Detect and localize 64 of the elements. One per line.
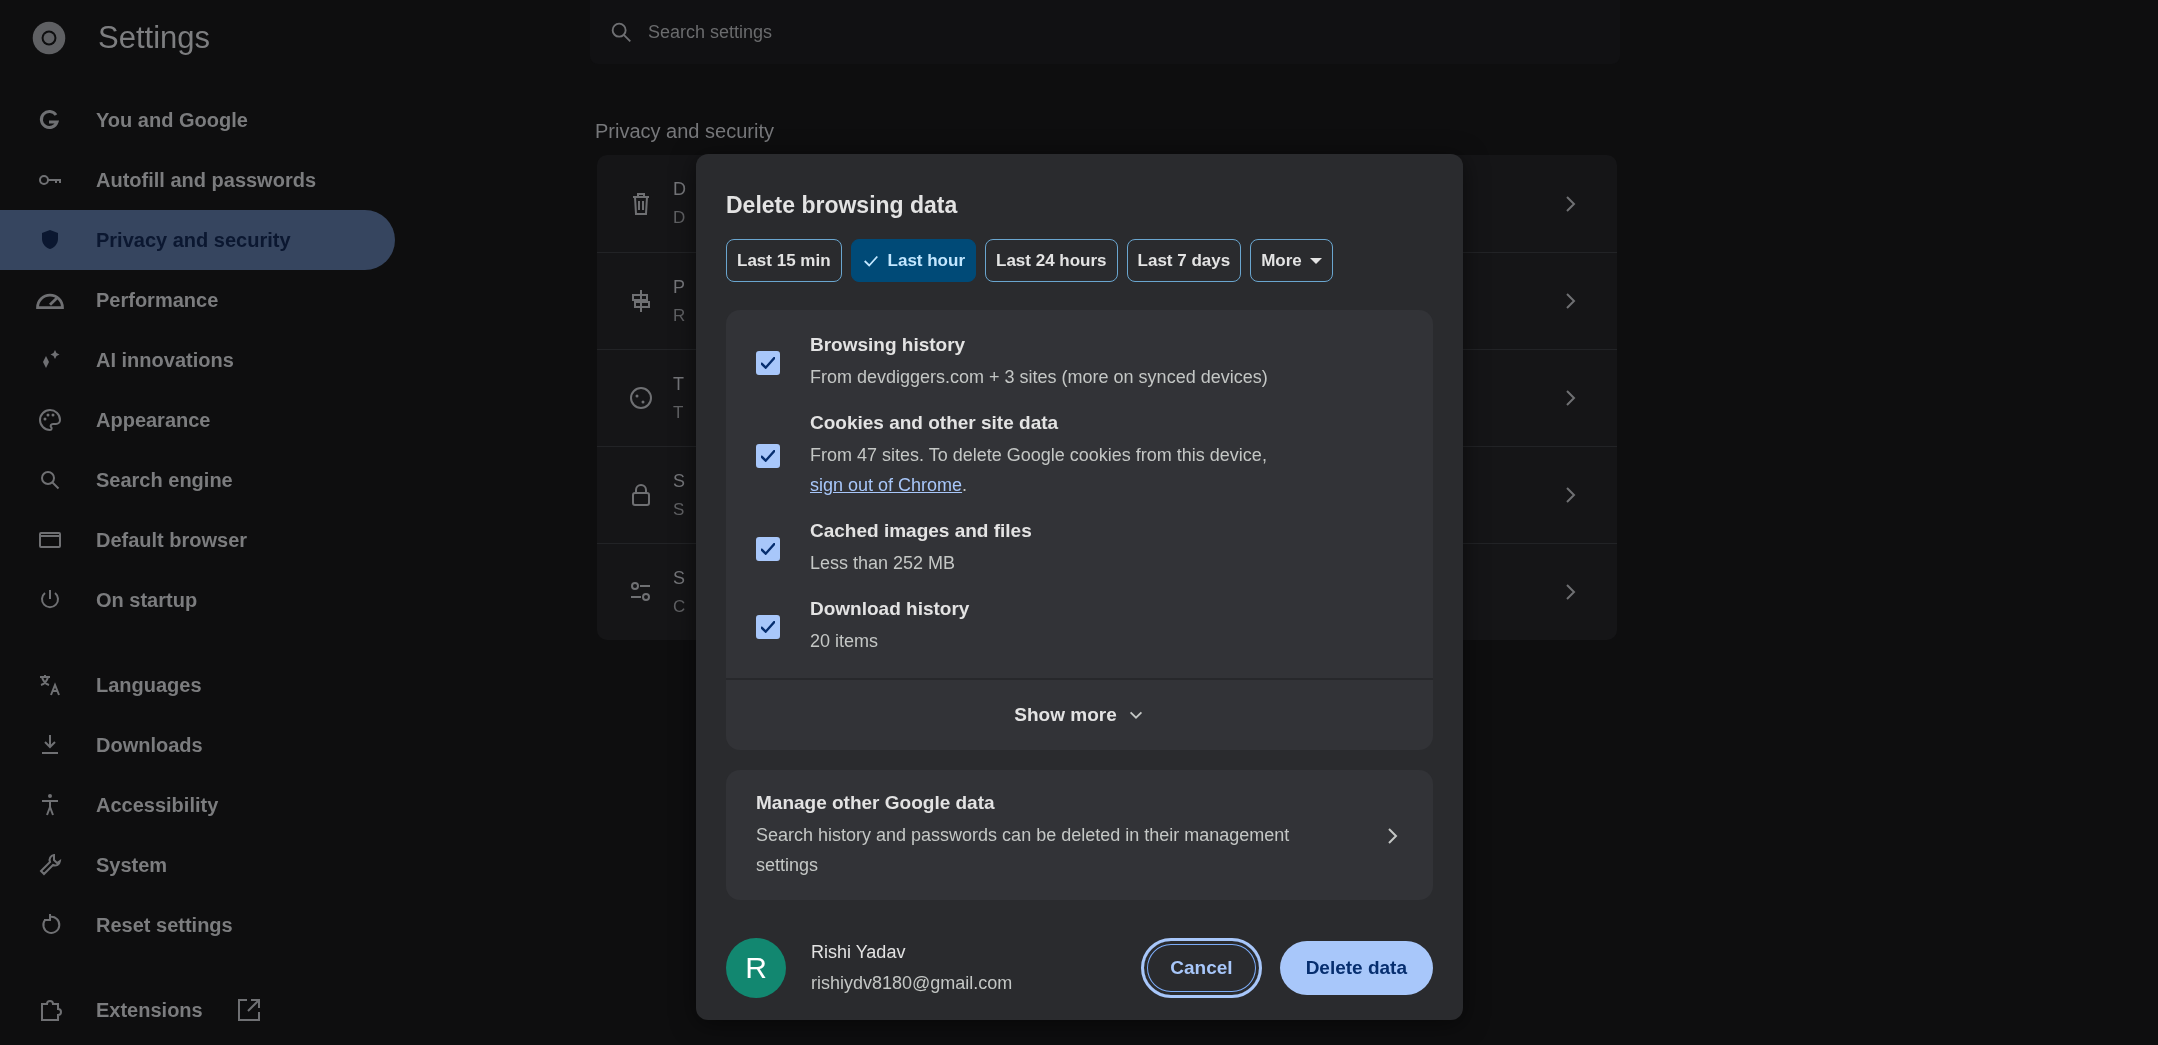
row-subtitle: D: [673, 208, 686, 228]
row-subtitle: R: [673, 305, 686, 326]
option-description: Less than 252 MB: [810, 552, 957, 575]
sidebar-item[interactable]: AI innovations: [0, 330, 395, 390]
row-subtitle: S: [673, 499, 685, 520]
option-title: Cookies and other site data: [810, 412, 1060, 434]
manage-description: Search history and passwords can be deleted in their management settings: [756, 824, 1291, 877]
option-description: From devdiggers.com + 3 sites (more on synced devices): [810, 366, 1268, 389]
row-title: T: [673, 373, 684, 395]
option-description: From 47 sites. To delete Google cookies from this device, sign out of Chrome.: [810, 444, 1268, 497]
option-description: 20 items: [810, 630, 880, 653]
search-field[interactable]: Search settings: [646, 20, 1046, 44]
row-title: P: [673, 276, 685, 298]
checkmark-icon: [761, 450, 775, 462]
avatar: R: [726, 938, 786, 998]
row-title: D: [673, 179, 686, 200]
dropdown-chip[interactable]: More: [1250, 239, 1333, 282]
checkbox[interactable]: [756, 615, 780, 639]
row-title: S: [673, 567, 685, 589]
cancel-button[interactable]: Cancel: [1141, 938, 1262, 998]
app-title: Settings: [98, 20, 210, 56]
option-title: Download history: [810, 598, 970, 620]
checkmark-icon: [761, 357, 775, 369]
checkbox[interactable]: [756, 444, 780, 468]
account-name: Rishi Yadav: [811, 942, 907, 963]
row-title: S: [673, 470, 685, 492]
section-heading: Privacy and security: [595, 120, 775, 143]
palette-icon: [36, 406, 64, 434]
sign-out-link[interactable]: sign out of Chrome: [810, 475, 963, 495]
manage-google-data-link[interactable]: Manage other Google data Search history and passwords can be deleted in their management settings: [726, 770, 1433, 900]
time-range-chip[interactable]: Last 15 min: [726, 239, 842, 282]
show-more-button[interactable]: Show more: [726, 678, 1433, 750]
time-range-chip[interactable]: Last 24 hours: [985, 239, 1118, 282]
caret-icon: [1309, 257, 1322, 264]
sidebar-item[interactable]: Autofill and passwords: [0, 150, 395, 210]
browser-logo-icon: [30, 19, 68, 57]
sidebar-item[interactable]: System: [0, 835, 395, 895]
sidebar-item[interactable]: Extensions: [0, 980, 395, 1040]
option-title: Cached images and files: [810, 520, 1032, 542]
cookie-icon: [627, 384, 655, 412]
dialog-title: Delete browsing data: [726, 192, 959, 219]
checkmark-icon: [761, 543, 775, 555]
checkbox[interactable]: [756, 351, 780, 375]
sidebar-item[interactable]: Default browser: [0, 510, 395, 570]
sidebar-item[interactable]: On startup: [0, 570, 395, 630]
sidebar-item[interactable]: Performance: [0, 270, 395, 330]
sidebar-item[interactable]: Accessibility: [0, 775, 395, 835]
sidebar-item[interactable]: You and Google: [0, 90, 395, 150]
delete-data-button[interactable]: Delete data: [1279, 941, 1433, 995]
account-email: rishiydv8180@gmail.com: [811, 973, 1014, 994]
gauge-icon: [36, 291, 64, 309]
checkmark-icon: [761, 621, 775, 633]
sidebar-item[interactable]: Downloads: [0, 715, 395, 775]
time-range-chip[interactable]: Last hour: [850, 239, 976, 282]
sidebar-item[interactable]: Languages: [0, 655, 395, 715]
sidebar-item[interactable]: Reset settings: [0, 895, 395, 955]
row-subtitle: C: [673, 596, 686, 617]
sidebar-item[interactable]: Search engine: [0, 450, 395, 510]
sidebar-item[interactable]: Appearance: [0, 390, 395, 450]
time-range-chip[interactable]: Last 7 days: [1126, 239, 1242, 282]
option-title: Browsing history: [810, 334, 967, 356]
row-subtitle: T: [673, 402, 684, 423]
checkbox[interactable]: [756, 537, 780, 561]
manage-title: Manage other Google data: [756, 792, 996, 814]
